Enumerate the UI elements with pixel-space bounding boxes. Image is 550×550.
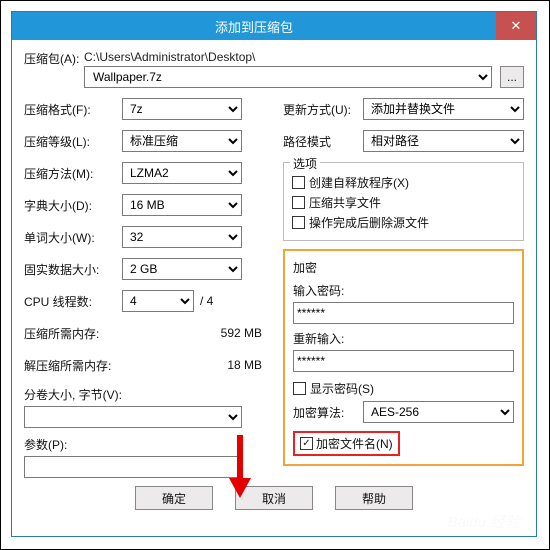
enc-name-row[interactable]: ✓ 加密文件名(N): [293, 431, 400, 456]
update-label: 更新方式(U):: [283, 101, 363, 118]
format-select[interactable]: 7z: [122, 98, 242, 120]
split-label: 分卷大小, 字节(V):: [24, 386, 265, 403]
archive-path: C:\Users\Administrator\Desktop\: [84, 50, 524, 64]
dict-select[interactable]: 16 MB: [122, 194, 242, 216]
checkbox-icon: [292, 176, 305, 189]
threads-total: / 4: [200, 294, 213, 308]
archive-filename-input[interactable]: Wallpaper.7z: [84, 66, 492, 88]
decompmem-value: 18 MB: [122, 358, 265, 372]
level-label: 压缩等级(L):: [24, 133, 122, 150]
word-select[interactable]: 32: [122, 226, 242, 248]
window-title: 添加到压缩包: [12, 17, 496, 36]
solid-label: 固实数据大小:: [24, 261, 122, 278]
params-input[interactable]: [24, 456, 242, 478]
solid-select[interactable]: 2 GB: [122, 258, 242, 280]
titlebar: 添加到压缩包 ✕: [12, 12, 536, 40]
enc-algo-select[interactable]: AES-256: [363, 401, 514, 423]
enc-pass2-label: 重新输入:: [293, 330, 514, 347]
enc-algo-label: 加密算法:: [293, 404, 363, 421]
archive-label: 压缩包(A):: [24, 50, 84, 88]
encryption-group: 加密 输入密码: 重新输入: 显示密码(S) 加密算法: AES-256 ✓ 加…: [283, 249, 524, 466]
dict-label: 字典大小(D):: [24, 197, 122, 214]
level-select[interactable]: 标准压缩: [122, 130, 242, 152]
enc-pass-input[interactable]: [293, 302, 514, 324]
format-label: 压缩格式(F):: [24, 101, 122, 118]
enc-show-row[interactable]: 显示密码(S): [293, 380, 514, 397]
opt-sfx-row[interactable]: 创建自释放程序(X): [292, 174, 515, 191]
decompmem-label: 解压缩所需内存:: [24, 357, 122, 374]
cancel-button[interactable]: 取消: [235, 486, 313, 510]
pathmode-label: 路径模式: [283, 133, 363, 150]
method-select[interactable]: LZMA2: [122, 162, 242, 184]
ok-button[interactable]: 确定: [135, 486, 213, 510]
options-group: 选项 创建自释放程序(X) 压缩共享文件 操作完成后删除源文件: [283, 162, 524, 241]
close-button[interactable]: ✕: [496, 12, 536, 40]
checkbox-icon: [293, 382, 306, 395]
update-select[interactable]: 添加并替换文件: [363, 98, 524, 120]
checkbox-icon: [292, 216, 305, 229]
split-input[interactable]: [24, 406, 242, 428]
watermark: Baidu 经验: [447, 511, 520, 532]
opt-share-row[interactable]: 压缩共享文件: [292, 194, 515, 211]
word-label: 单词大小(W):: [24, 229, 122, 246]
compmem-label: 压缩所需内存:: [24, 325, 122, 342]
method-label: 压缩方法(M):: [24, 165, 122, 182]
enc-pass-label: 输入密码:: [293, 282, 514, 299]
threads-select[interactable]: 4: [122, 290, 194, 312]
params-label: 参数(P):: [24, 436, 265, 453]
enc-title: 加密: [293, 259, 514, 276]
enc-pass2-input[interactable]: [293, 350, 514, 372]
threads-label: CPU 线程数:: [24, 293, 122, 310]
checkbox-icon: [292, 196, 305, 209]
checkbox-checked-icon: ✓: [300, 437, 313, 450]
options-title: 选项: [290, 155, 320, 172]
browse-button[interactable]: ...: [500, 66, 524, 88]
opt-delete-row[interactable]: 操作完成后删除源文件: [292, 214, 515, 231]
compmem-value: 592 MB: [122, 326, 265, 340]
pathmode-select[interactable]: 相对路径: [363, 130, 524, 152]
help-button[interactable]: 帮助: [335, 486, 413, 510]
